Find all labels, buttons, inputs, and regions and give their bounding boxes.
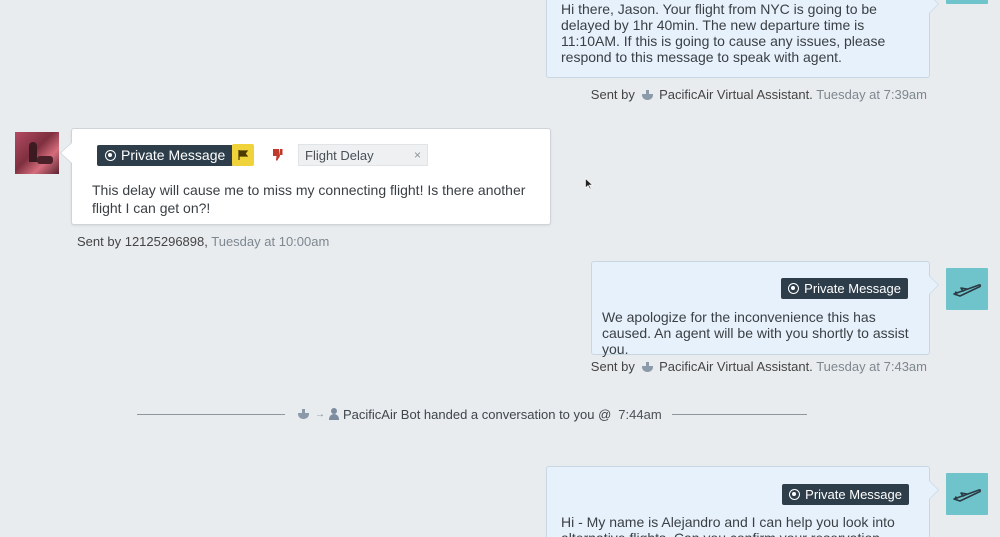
handoff-text: → PacificAir Bot handed a conversation t… bbox=[285, 407, 672, 422]
divider-line bbox=[671, 413, 807, 415]
bot-icon bbox=[297, 409, 310, 419]
agent-avatar bbox=[946, 0, 988, 4]
agent-avatar bbox=[946, 473, 988, 515]
message-time: Tuesday at 7:39am bbox=[816, 87, 927, 102]
message-text: Hi - My name is Alejandro and I can help… bbox=[561, 514, 895, 537]
tag-flight-delay[interactable]: Flight Delay × bbox=[298, 144, 428, 166]
flag-button[interactable] bbox=[232, 144, 254, 166]
message-bubble-bot-apology: Private Message We apologize for the inc… bbox=[591, 261, 939, 357]
bot-icon bbox=[641, 362, 654, 372]
mouse-cursor-icon bbox=[585, 178, 593, 190]
agent-avatar bbox=[946, 268, 988, 310]
message-meta: Sent by PacificAir Virtual Assistant. Tu… bbox=[590, 87, 927, 102]
private-message-badge[interactable]: Private Message bbox=[782, 484, 909, 505]
divider-line bbox=[137, 413, 285, 415]
private-message-badge[interactable]: Private Message bbox=[781, 278, 908, 299]
whatsapp-icon bbox=[789, 489, 801, 500]
message-bubble-customer: Private Message Flight Delay × This dela… bbox=[60, 128, 551, 225]
person-icon bbox=[328, 408, 340, 420]
sender-name: PacificAir Virtual Assistant. bbox=[659, 359, 813, 374]
message-bubble-agent: Private Message Hi - My name is Alejandr… bbox=[546, 466, 939, 537]
airplane-icon bbox=[953, 284, 982, 297]
message-text: Hi there, Jason. Your flight from NYC is… bbox=[561, 1, 886, 65]
bot-icon bbox=[641, 90, 654, 100]
airplane-icon bbox=[953, 489, 982, 502]
thumbs-down-button[interactable] bbox=[270, 146, 284, 164]
user-avatar bbox=[15, 132, 59, 174]
conversation-thread: Hi there, Jason. Your flight from NYC is… bbox=[0, 0, 1000, 537]
message-text: We apologize for the inconvenience this … bbox=[602, 309, 909, 357]
tag-label: Flight Delay bbox=[305, 148, 374, 163]
whatsapp-icon bbox=[788, 283, 800, 294]
sender-name: 12125296898, bbox=[124, 234, 208, 249]
arrow-icon: → bbox=[315, 408, 325, 420]
message-bubble-bot-delay: Hi there, Jason. Your flight from NYC is… bbox=[546, 0, 939, 78]
whatsapp-icon bbox=[105, 150, 116, 161]
message-time: Tuesday at 7:43am bbox=[816, 359, 927, 374]
handoff-divider: → PacificAir Bot handed a conversation t… bbox=[137, 404, 807, 424]
message-text: This delay will cause me to miss my conn… bbox=[92, 182, 526, 216]
handoff-time: 7:44am bbox=[618, 406, 662, 422]
tag-remove-button[interactable]: × bbox=[414, 148, 421, 163]
message-time: Tuesday at 10:00am bbox=[211, 234, 330, 249]
thumbs-down-icon bbox=[272, 149, 282, 161]
flag-icon bbox=[238, 150, 249, 160]
message-meta: Sent by 12125296898, Tuesday at 10:00am bbox=[77, 234, 330, 249]
sender-name: PacificAir Virtual Assistant. bbox=[659, 87, 813, 102]
message-meta: Sent by PacificAir Virtual Assistant. Tu… bbox=[590, 359, 927, 374]
private-message-badge[interactable]: Private Message bbox=[97, 145, 234, 166]
